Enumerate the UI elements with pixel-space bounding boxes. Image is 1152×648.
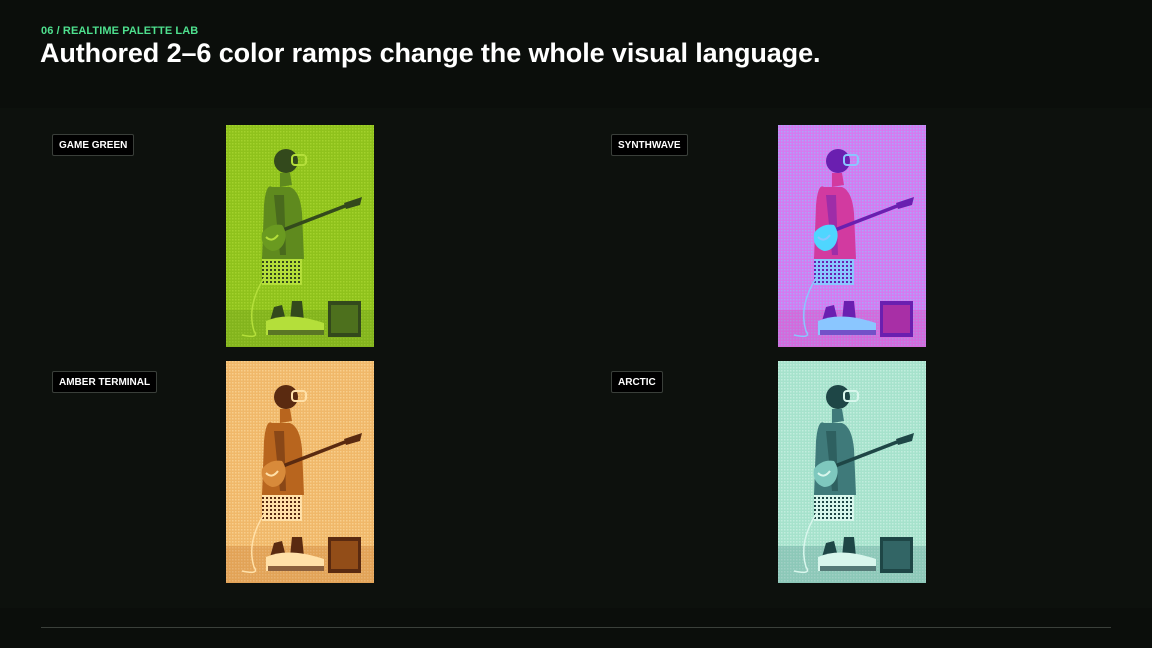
palette-label-synthwave: SYNTHWAVE <box>611 134 688 156</box>
palette-label-arctic: ARCTIC <box>611 371 663 393</box>
palette-stage <box>0 108 1152 608</box>
palette-preview-synthwave <box>778 125 926 347</box>
footer-divider <box>41 627 1111 628</box>
eyebrow: 06 / REALTIME PALETTE LAB <box>41 25 199 37</box>
palette-label-amber-terminal: AMBER TERMINAL <box>52 371 158 393</box>
palette-preview-arctic <box>778 361 926 583</box>
palette-label-game-green: GAME GREEN <box>52 134 135 156</box>
page-title: Authored 2–6 color ramps change the whol… <box>40 38 821 68</box>
palette-preview-amber-terminal <box>226 361 374 583</box>
palette-preview-game-green <box>226 125 374 347</box>
